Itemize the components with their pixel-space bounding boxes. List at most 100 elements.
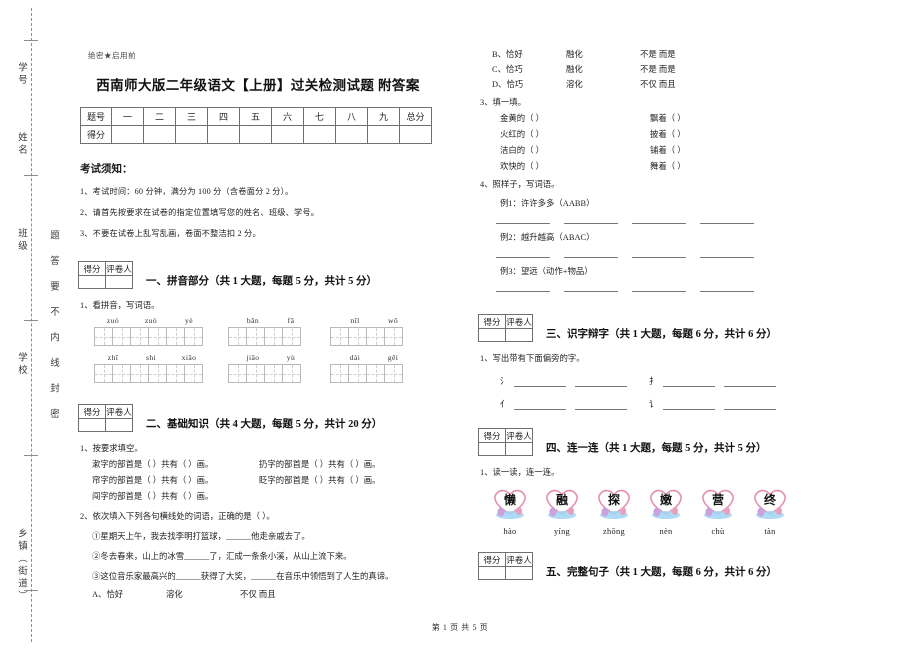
radical-fill-left[interactable]: 帘字的部首是（ ）共有（ ）画。	[92, 474, 259, 486]
tianzige-grid[interactable]	[330, 364, 412, 383]
score-cell[interactable]	[239, 125, 272, 144]
tianzige-cell[interactable]	[348, 327, 367, 346]
tianzige-grid[interactable]	[330, 327, 412, 346]
answer-blank[interactable]	[496, 248, 550, 258]
tianzige-cell[interactable]	[348, 364, 367, 383]
tianzige-grid[interactable]	[94, 327, 208, 346]
grader-score-cell[interactable]	[478, 442, 506, 456]
tianzige-cell[interactable]	[366, 364, 385, 383]
tianzige-cell[interactable]	[184, 364, 203, 383]
answer-blank[interactable]	[632, 248, 686, 258]
list-item[interactable]: 终 tàn	[744, 484, 796, 536]
score-cell[interactable]	[143, 125, 176, 144]
tianzige-cell[interactable]	[366, 327, 385, 346]
answer-blank[interactable]	[700, 214, 754, 224]
score-cell[interactable]	[303, 125, 336, 144]
list-item[interactable]: 营 chù	[692, 484, 744, 536]
answer-blank[interactable]	[514, 400, 566, 410]
answer-blank[interactable]	[663, 377, 715, 387]
list-item[interactable]: 嫩 nèn	[640, 484, 692, 536]
answer-blank[interactable]	[575, 400, 627, 410]
fill-pair-left[interactable]: 欢快的（ ）	[500, 160, 650, 172]
answer-blank[interactable]	[575, 377, 627, 387]
list-item[interactable]: 融 yíng	[536, 484, 588, 536]
answer-blank[interactable]	[514, 377, 566, 387]
choice-option-a[interactable]: A、恰好 溶化 不仅 而且	[92, 588, 438, 600]
answer-blank[interactable]	[632, 214, 686, 224]
fill-pair-left[interactable]: 金黄的（ ）	[500, 112, 650, 124]
grader-name-cell[interactable]	[105, 275, 133, 289]
radical-fill-left[interactable]: 闯字的部首是（ ）共有（ ）画。	[92, 490, 259, 502]
score-cell[interactable]	[207, 125, 240, 144]
tianzige-cell[interactable]	[166, 364, 185, 383]
answer-blank[interactable]	[663, 400, 715, 410]
tianzige-cell[interactable]	[246, 364, 265, 383]
score-cell[interactable]	[367, 125, 400, 144]
answer-blank[interactable]	[632, 282, 686, 292]
answer-blank[interactable]	[724, 377, 776, 387]
choice-option-c[interactable]: C、恰巧 融化 不是 而是	[492, 63, 798, 75]
tianzige-cell[interactable]	[112, 364, 131, 383]
tianzige-cell[interactable]	[148, 327, 167, 346]
tianzige-cell[interactable]	[148, 364, 167, 383]
tianzige-cell[interactable]	[94, 364, 113, 383]
tianzige-cell[interactable]	[384, 364, 403, 383]
answer-blank[interactable]	[564, 248, 618, 258]
fill-pair-left[interactable]: 洁白的（ ）	[500, 144, 650, 156]
tianzige-cell[interactable]	[228, 327, 247, 346]
tianzige-cell[interactable]	[94, 327, 113, 346]
tianzige-cell[interactable]	[112, 327, 131, 346]
tianzige-grid[interactable]	[228, 364, 310, 383]
score-cell[interactable]	[399, 125, 432, 144]
choice-option-d[interactable]: D、恰巧 溶化 不仅 而且	[492, 78, 798, 90]
choice-option-b[interactable]: B、恰好 融化 不是 而是	[492, 48, 798, 60]
score-cell[interactable]	[175, 125, 208, 144]
answer-blank[interactable]	[564, 214, 618, 224]
tianzige-grid[interactable]	[228, 327, 310, 346]
grader-name-cell[interactable]	[505, 328, 533, 342]
answer-blank[interactable]	[564, 282, 618, 292]
tianzige-cell[interactable]	[130, 327, 149, 346]
tianzige-cell[interactable]	[228, 364, 247, 383]
grader-score-cell[interactable]	[478, 328, 506, 342]
answer-blank[interactable]	[700, 248, 754, 258]
tianzige-cell[interactable]	[264, 327, 283, 346]
answer-blank[interactable]	[700, 282, 754, 292]
radical-fill-right[interactable]: 眨字的部首是（ ）共有（ ）画。	[259, 474, 438, 486]
answer-blank[interactable]	[496, 214, 550, 224]
score-cell[interactable]	[335, 125, 368, 144]
radical-fill-right	[259, 490, 438, 502]
fill-pair-left[interactable]: 火红的（ ）	[500, 128, 650, 140]
grader-score-cell[interactable]	[478, 566, 506, 580]
tianzige-cell[interactable]	[246, 327, 265, 346]
tianzige-cell[interactable]	[130, 364, 149, 383]
tianzige-cell[interactable]	[282, 327, 301, 346]
answer-blank[interactable]	[496, 282, 550, 292]
answer-blank-row	[496, 214, 798, 224]
list-item[interactable]: 探 zhōng	[588, 484, 640, 536]
grader-score-cell[interactable]	[78, 418, 106, 432]
list-item[interactable]: 懒 hào	[484, 484, 536, 536]
fill-pair-right[interactable]: 飘着（ ）	[650, 112, 686, 124]
tianzige-cell[interactable]	[330, 364, 349, 383]
score-cell[interactable]	[271, 125, 304, 144]
fill-pair-right[interactable]: 铺着（ ）	[650, 144, 686, 156]
tianzige-cell[interactable]	[264, 364, 283, 383]
fill-pair-right[interactable]: 舞着（ ）	[650, 160, 686, 172]
radical-fill-left[interactable]: 漱字的部首是（ ）共有（ ）画。	[92, 458, 259, 470]
answer-blank[interactable]	[724, 400, 776, 410]
fill-pair-right[interactable]: 披着（ ）	[650, 128, 686, 140]
grader-name-cell[interactable]	[505, 442, 533, 456]
radical-fill-right[interactable]: 扔字的部首是（ ）共有（ ）画。	[259, 458, 438, 470]
grader-name-cell[interactable]	[505, 566, 533, 580]
tianzige-cell[interactable]	[184, 327, 203, 346]
tianzige-cell[interactable]	[384, 327, 403, 346]
tianzige-cell[interactable]	[282, 364, 301, 383]
score-cell[interactable]	[111, 125, 144, 144]
tianzige-cell[interactable]	[166, 327, 185, 346]
tianzige-cell[interactable]	[330, 327, 349, 346]
tianzige-grid[interactable]	[94, 364, 208, 383]
grader-score-cell[interactable]	[78, 275, 106, 289]
choice-d-label: D、	[492, 80, 507, 89]
grader-name-cell[interactable]	[105, 418, 133, 432]
